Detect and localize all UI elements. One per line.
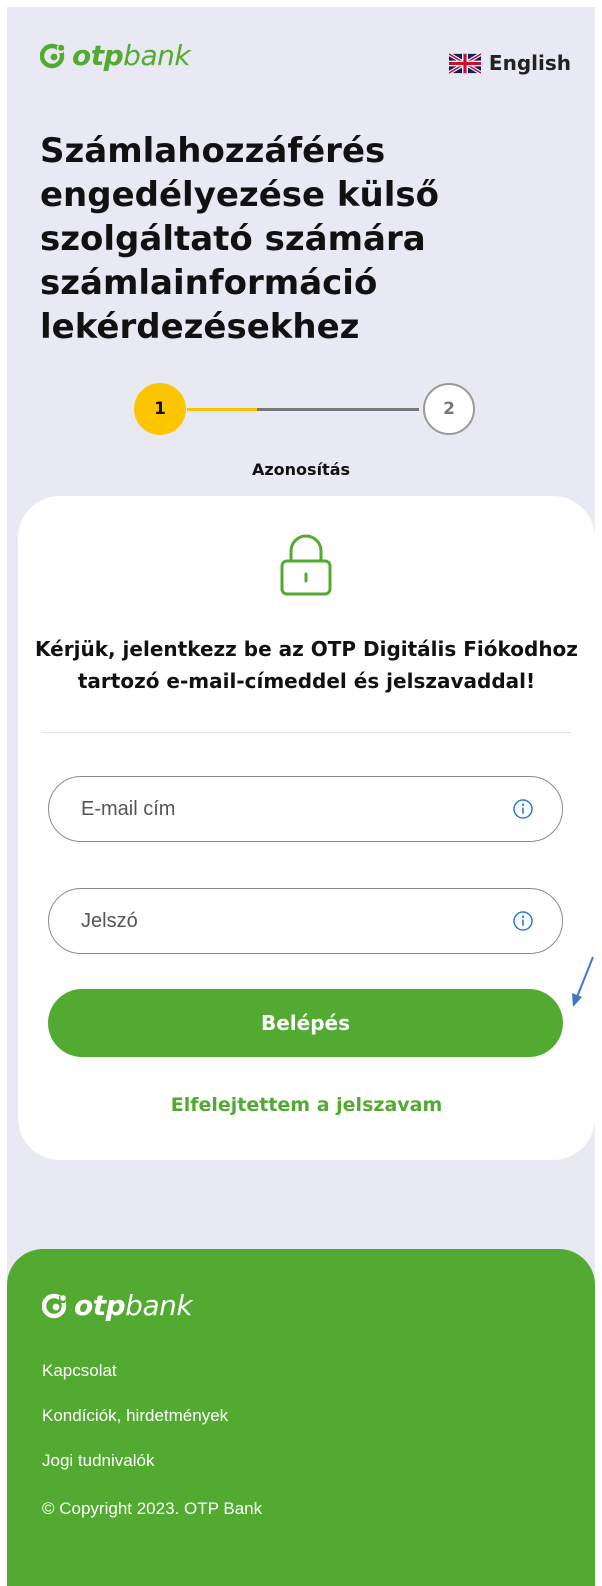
info-icon[interactable] [512, 798, 534, 820]
footer-link-conditions[interactable]: Kondíciók, hirdetmények [42, 1406, 228, 1426]
email-field[interactable] [48, 776, 563, 842]
forgot-password-link[interactable]: Elfelejtettem a jelszavam [18, 1094, 595, 1116]
password-field[interactable] [48, 888, 563, 954]
progress-stepper: 1 2 Azonosítás [7, 377, 595, 479]
language-switch[interactable]: English [448, 51, 571, 75]
otp-logo-icon [40, 43, 65, 69]
otp-logo-text: otpbank [72, 39, 191, 72]
footer-link-contact[interactable]: Kapcsolat [42, 1361, 117, 1381]
step-1: 1 [134, 383, 186, 435]
footer-otp-logo[interactable]: otpbank [42, 1289, 193, 1322]
otp-logo-icon [42, 1293, 67, 1319]
footer: otpbank Kapcsolat Kondíciók, hirdetménye… [7, 1249, 595, 1586]
copyright: © Copyright 2023. OTP Bank [42, 1499, 263, 1518]
otp-logo[interactable]: otpbank [40, 39, 191, 72]
login-button[interactable]: Belépés [48, 989, 563, 1057]
divider [42, 732, 571, 733]
info-icon[interactable] [512, 910, 534, 932]
language-label: English [488, 51, 571, 75]
stepper-line-remaining [257, 408, 419, 411]
email-input[interactable] [49, 796, 512, 822]
page: otpbank English Számlahozzáférés engedél… [7, 7, 595, 1586]
stepper-line-completed [187, 408, 257, 411]
uk-flag-icon [448, 52, 481, 74]
step-2: 2 [423, 383, 475, 435]
footer-link-legal[interactable]: Jogi tudnivalók [42, 1451, 154, 1471]
header: otpbank English [7, 7, 595, 117]
arrow-icon [572, 956, 594, 1007]
otp-logo-text: otpbank [74, 1289, 193, 1322]
login-instruction: Kérjük, jelentkezz be az OTP Digitális F… [35, 637, 578, 693]
lock-icon [280, 534, 332, 596]
step-label: Azonosítás [251, 460, 351, 479]
login-card: Kérjük, jelentkezz be az OTP Digitális F… [18, 496, 595, 1160]
password-input[interactable] [49, 908, 512, 934]
page-title: Számlahozzáférés engedélyezése külső szo… [40, 131, 439, 347]
